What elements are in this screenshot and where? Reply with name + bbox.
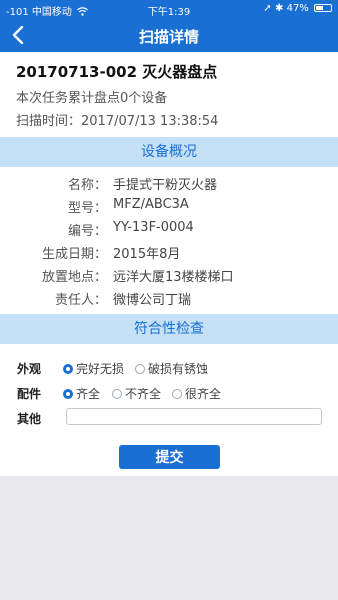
section-header-overview: 设备概况: [0, 137, 338, 167]
info-label: 编号：: [67, 224, 107, 239]
parts-option-very-complete[interactable]: 很齐全: [172, 385, 221, 402]
radio-label: 完好无损: [76, 362, 125, 376]
radio-icon: [112, 389, 122, 399]
radio-label: 不齐全: [125, 387, 162, 401]
radio-label: 破损有锈蚀: [148, 362, 209, 376]
other-label: 其他: [17, 412, 42, 426]
info-row-production-date: 生成日期： 2015年8月: [0, 240, 338, 264]
info-value: 2015年8月: [113, 247, 181, 262]
submit-button[interactable]: 提交: [119, 445, 220, 469]
info-label: 型号：: [67, 201, 107, 216]
radio-icon: [63, 364, 73, 374]
parts-option-complete[interactable]: 齐全: [63, 385, 100, 402]
radio-icon: [63, 389, 73, 399]
appearance-row: 外观 完好无损 破损有锈蚀: [0, 358, 338, 378]
info-value: YY-13F-0004: [113, 220, 194, 235]
navigation-bar: 扫描详情: [0, 18, 338, 52]
page-title: 扫描详情: [138, 28, 199, 46]
info-value: 手提式干粉灭火器: [113, 178, 218, 193]
battery-level: [316, 6, 323, 10]
info-row-serial: 编号： YY-13F-0004: [0, 217, 338, 241]
task-summary: 本次任务累计盘点0个设备: [16, 91, 168, 106]
radio-label: 齐全: [76, 387, 101, 401]
appearance-option-damaged[interactable]: 破损有锈蚀: [135, 360, 208, 377]
parts-option-incomplete[interactable]: 不齐全: [112, 385, 161, 402]
other-input[interactable]: [66, 408, 322, 425]
parts-label: 配件: [17, 387, 42, 401]
info-row-model: 型号： MFZ/ABC3A: [0, 194, 338, 218]
radio-label: 很齐全: [185, 387, 222, 401]
info-label: 放置地点：: [41, 270, 107, 285]
info-label: 责任人：: [54, 293, 107, 308]
info-row-name: 名称： 手提式干粉灭火器: [0, 171, 338, 195]
bluetooth-icon: ✱: [275, 3, 284, 14]
info-row-location: 放置地点： 远洋大厦13楼楼梯口: [0, 263, 338, 287]
scan-detail-panel: 20170713-002 灭火器盘点 本次任务累计盘点0个设备 扫描时间：201…: [0, 52, 338, 476]
info-label: 生成日期：: [41, 247, 107, 262]
task-title: 20170713-002 灭火器盘点: [16, 63, 218, 81]
location-arrow-icon: ➚: [263, 3, 272, 14]
radio-icon: [135, 364, 145, 374]
appearance-option-intact[interactable]: 完好无损: [63, 360, 124, 377]
section-header-compliance: 符合性检查: [0, 314, 338, 344]
info-value: 微博公司丁瑞: [113, 293, 192, 308]
info-value: 远洋大厦13楼楼梯口: [113, 270, 234, 285]
info-label: 名称：: [67, 178, 107, 193]
appearance-label: 外观: [17, 362, 42, 376]
parts-row: 配件 齐全 不齐全 很齐全: [0, 383, 338, 403]
battery-icon: [314, 4, 332, 12]
info-value: MFZ/ABC3A: [113, 197, 189, 212]
radio-icon: [172, 389, 182, 399]
info-row-owner: 责任人： 微博公司丁瑞: [0, 286, 338, 310]
status-bar: -101 中国移动 下午1:39 ➚ ✱ 47%: [0, 0, 338, 18]
scan-time: 扫描时间：2017/07/13 13:38:54: [16, 114, 219, 129]
battery-percent: 47%: [286, 3, 309, 14]
